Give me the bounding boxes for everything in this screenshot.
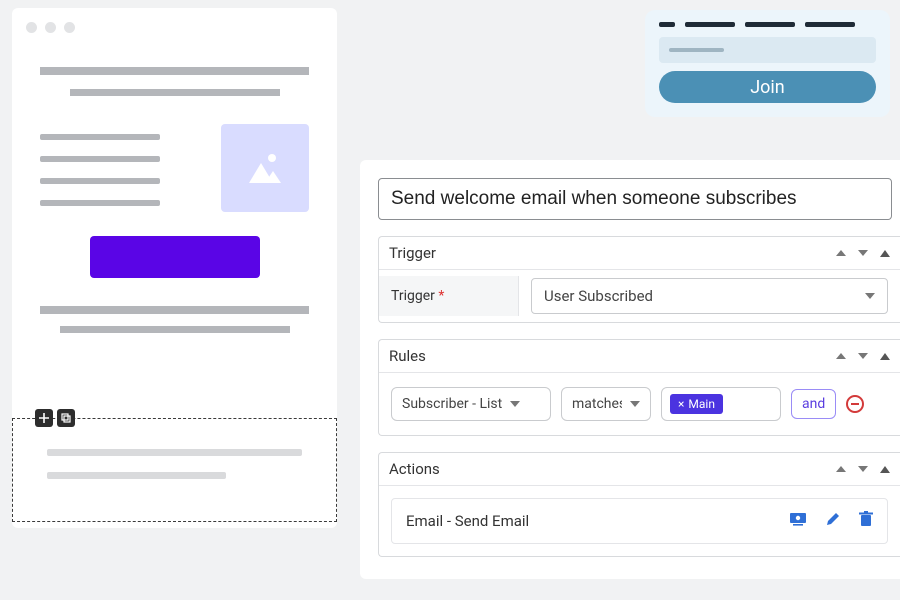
placeholder-bar [40,67,309,75]
automation-title-input[interactable] [378,178,892,220]
actions-section: Actions Email - Send Email [378,452,900,557]
chevron-down-icon [630,401,640,407]
duplicate-block-button[interactable] [57,409,75,427]
chevron-up-icon[interactable] [836,466,846,472]
join-button[interactable]: Join [659,71,876,103]
tag-remove-x[interactable]: × [678,397,684,411]
chevron-up-icon[interactable] [836,353,846,359]
chevron-down-icon[interactable] [858,250,868,256]
window-dot [64,22,75,33]
trigger-select[interactable]: User Subscribed [531,278,888,314]
placeholder-bar [60,326,290,333]
tag-pill[interactable]: × Main [670,394,723,414]
window-dot [26,22,37,33]
placeholder-bar [47,472,226,479]
action-label: Email - Send Email [406,512,529,530]
trigger-section: Trigger Trigger * User Subscribed [378,236,900,323]
remove-rule-icon[interactable] [846,395,864,413]
automation-panel: Trigger Trigger * User Subscribed Rules [360,160,900,579]
chevron-down-icon [510,401,520,407]
cta-button-placeholder[interactable] [90,236,260,278]
section-heading: Rules [389,347,426,365]
collapse-icon[interactable] [880,353,890,360]
action-row: Email - Send Email [391,498,888,544]
placeholder-bar [40,200,160,206]
placeholder-bar [40,156,160,162]
required-star: * [438,288,444,304]
collapse-icon[interactable] [880,466,890,473]
placeholder-bar [40,306,309,314]
selected-block[interactable] [12,418,337,522]
window-dot [45,22,56,33]
email-input-placeholder[interactable] [659,37,876,63]
collapse-icon[interactable] [880,250,890,257]
rule-value-input[interactable]: × Main [661,387,781,421]
chevron-up-icon[interactable] [836,250,846,256]
trigger-field-label: Trigger * [379,276,519,316]
rule-operator-select[interactable]: matches a [561,387,651,421]
placeholder-bar [47,449,302,456]
section-heading: Actions [389,460,440,478]
signup-widget: Join [645,10,890,117]
placeholder-bar [40,134,160,140]
widget-heading-placeholder [659,22,876,27]
rule-field-select[interactable]: Subscriber - List [391,387,551,421]
chevron-down-icon[interactable] [858,466,868,472]
placeholder-bar [70,89,280,96]
chevron-down-icon [865,293,875,299]
image-placeholder-icon [221,124,309,212]
placeholder-bar [40,178,160,184]
logic-and-chip[interactable]: and [791,389,836,419]
preview-icon[interactable] [789,512,807,530]
edit-icon[interactable] [825,511,841,531]
add-block-button[interactable] [35,409,53,427]
delete-icon[interactable] [859,511,873,531]
window-controls [12,8,337,39]
chevron-down-icon[interactable] [858,353,868,359]
section-heading: Trigger [389,244,436,262]
rules-section: Rules Subscriber - List matches a × Main [378,339,900,436]
